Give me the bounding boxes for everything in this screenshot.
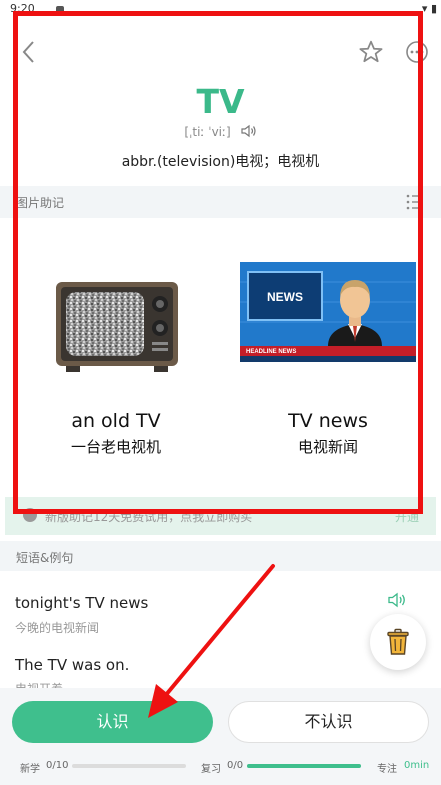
card-caption-en: TV news: [288, 410, 368, 432]
section-title: 短语&例句: [16, 551, 74, 565]
card-caption-zh: 一台老电视机: [70, 438, 161, 456]
phrases-header: 短语&例句: [0, 541, 441, 571]
chevron-left-icon: [22, 41, 34, 63]
list-icon: [406, 194, 423, 210]
status-bar: 9:20 ▾ ▮: [0, 0, 441, 22]
review-progress-bar: [247, 764, 361, 768]
focus-label: 专注: [377, 764, 397, 775]
section-title: 图片助记: [16, 196, 65, 210]
promo-text: 新版助记12天免费试用，点我立即购买: [45, 510, 253, 524]
example-en: tonight's TV news: [15, 594, 149, 612]
promo-banner: 新版助记12天免费试用，点我立即购买 开通: [5, 497, 436, 535]
review-value: 0/0: [227, 760, 244, 771]
news-anchor-image: NEWS HEADLINE NEWS: [240, 262, 416, 362]
review-label: 复习: [201, 764, 221, 775]
know-button[interactable]: 认识: [12, 701, 213, 743]
speaker-icon: [388, 592, 405, 608]
new-learn-label: 新学: [20, 764, 40, 775]
more-icon: [406, 41, 428, 63]
pronounce-button[interactable]: [240, 124, 257, 141]
activate-button[interactable]: 开通: [395, 508, 419, 525]
list-toggle-button[interactable]: [406, 194, 424, 210]
favorite-button[interactable]: [358, 39, 384, 65]
system-icons: ▾ ▮: [421, 2, 437, 15]
focus-value: 0min: [404, 760, 430, 771]
dont-know-button[interactable]: 不认识: [228, 701, 429, 743]
review-progress-fill: [247, 764, 361, 768]
star-icon: [359, 40, 383, 63]
phonetic-row: [ˌtiː ˈviː]: [0, 124, 441, 141]
speaker-icon: [240, 124, 256, 138]
old-tv-image: [56, 282, 178, 372]
back-button[interactable]: [17, 38, 41, 66]
trash-icon: [387, 628, 409, 655]
example-zh: 今晚的电视新闻: [15, 621, 100, 635]
more-button[interactable]: [404, 39, 430, 65]
image-card-old-tv[interactable]: an old TV 一台老电视机: [16, 270, 216, 460]
card-caption-zh: 电视新闻: [297, 438, 358, 456]
status-time: 9:20: [10, 2, 35, 15]
phonetic: [ˌtiː ˈviː]: [184, 125, 231, 139]
image-mnemonic-header: 图片助记: [0, 186, 441, 218]
card-caption-en: an old TV: [71, 410, 161, 432]
definition: abbr.(television)电视；电视机: [121, 154, 320, 170]
delete-button[interactable]: [370, 614, 426, 670]
notification-icon: [56, 6, 64, 14]
image-card-tv-news[interactable]: NEWS HEADLINE NEWS TV news 电视新闻: [228, 262, 428, 460]
news-screen-label: NEWS: [267, 290, 303, 304]
example-en: The TV was on.: [15, 656, 130, 674]
info-icon: [23, 508, 37, 522]
new-learn-progress-bar: [72, 764, 186, 768]
news-ticker-label: HEADLINE NEWS: [246, 349, 296, 355]
headword: TV: [196, 82, 245, 121]
example-pronounce-button[interactable]: [388, 592, 410, 612]
new-learn-value: 0/10: [46, 760, 69, 771]
